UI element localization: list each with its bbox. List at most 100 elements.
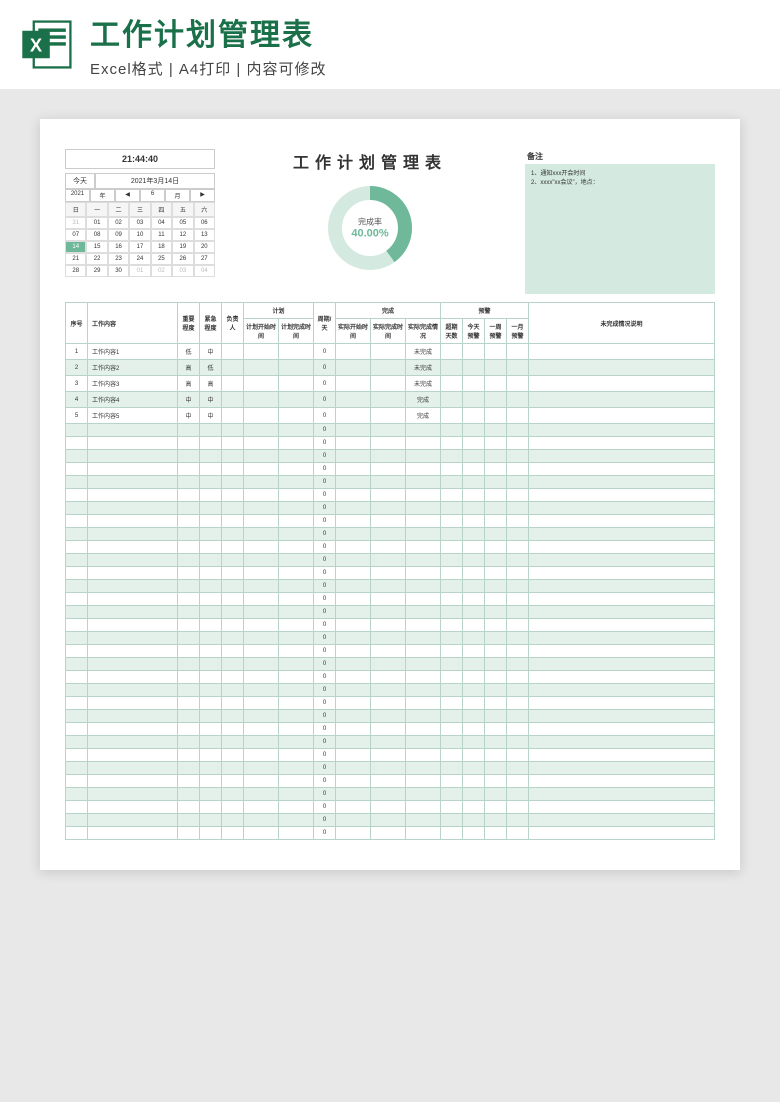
cell[interactable]: 工作内容2 [88,360,178,376]
cell[interactable] [244,476,279,489]
cell[interactable] [66,645,88,658]
cell[interactable] [463,606,485,619]
cell[interactable] [178,593,200,606]
cell[interactable] [279,788,314,801]
cell[interactable] [336,736,371,749]
cell[interactable] [178,515,200,528]
cell[interactable] [441,376,463,392]
cell[interactable] [441,541,463,554]
cell[interactable] [371,801,406,814]
cell[interactable] [485,450,507,463]
cell[interactable] [441,736,463,749]
cell[interactable] [485,541,507,554]
cell[interactable] [371,489,406,502]
cell[interactable] [222,408,244,424]
cell[interactable] [485,710,507,723]
cell[interactable] [66,502,88,515]
cell[interactable] [178,554,200,567]
cell[interactable] [485,775,507,788]
cell[interactable] [406,502,441,515]
cell[interactable] [88,736,178,749]
cell[interactable] [371,528,406,541]
calendar-day[interactable]: 15 [86,241,107,253]
cell[interactable] [485,502,507,515]
table-row[interactable]: 5工作内容5中中0完成 [66,408,715,424]
cell[interactable] [88,463,178,476]
cell[interactable] [66,723,88,736]
cell[interactable] [244,671,279,684]
cell[interactable] [244,762,279,775]
cell[interactable] [178,723,200,736]
cell[interactable] [529,632,715,645]
cell[interactable] [441,554,463,567]
cell[interactable] [485,489,507,502]
cell[interactable] [507,489,529,502]
cell[interactable] [529,619,715,632]
cell[interactable] [244,408,279,424]
cell[interactable] [507,528,529,541]
calendar-day[interactable]: 18 [151,241,172,253]
table-row[interactable]: 0 [66,424,715,437]
cell[interactable] [200,580,222,593]
cell[interactable] [529,645,715,658]
table-row[interactable]: 0 [66,645,715,658]
table-row[interactable]: 0 [66,801,715,814]
table-row[interactable]: 0 [66,632,715,645]
cell[interactable] [244,424,279,437]
cell[interactable] [441,788,463,801]
cell[interactable] [222,788,244,801]
cell[interactable] [463,580,485,593]
cell[interactable] [244,554,279,567]
cell[interactable] [222,775,244,788]
table-row[interactable]: 0 [66,749,715,762]
cell[interactable] [406,736,441,749]
cell[interactable] [507,567,529,580]
cell[interactable] [279,827,314,840]
cell[interactable] [463,567,485,580]
cell[interactable] [336,684,371,697]
cell[interactable] [507,502,529,515]
cell[interactable] [66,827,88,840]
cell[interactable] [406,749,441,762]
cell[interactable]: 未完成 [406,360,441,376]
cell[interactable] [485,632,507,645]
cell[interactable] [529,567,715,580]
cell[interactable] [88,671,178,684]
table-row[interactable]: 0 [66,541,715,554]
cell[interactable] [529,671,715,684]
cell[interactable] [406,645,441,658]
cell[interactable] [336,723,371,736]
cell[interactable] [406,814,441,827]
table-row[interactable]: 0 [66,593,715,606]
cell[interactable] [200,424,222,437]
cell[interactable] [222,827,244,840]
cell[interactable] [485,476,507,489]
cell[interactable] [485,658,507,671]
cell[interactable] [336,528,371,541]
cell[interactable] [244,515,279,528]
cell[interactable] [88,710,178,723]
cell[interactable] [279,463,314,476]
cell[interactable] [200,671,222,684]
cell[interactable] [485,344,507,360]
cell[interactable] [529,392,715,408]
cell[interactable] [406,710,441,723]
cell[interactable] [507,801,529,814]
cell[interactable] [178,697,200,710]
cell[interactable] [279,697,314,710]
cell[interactable] [406,762,441,775]
cell[interactable] [222,515,244,528]
cell[interactable] [463,528,485,541]
cell[interactable] [222,344,244,360]
cell[interactable] [279,632,314,645]
table-row[interactable]: 0 [66,437,715,450]
cell[interactable] [463,463,485,476]
cell[interactable] [529,476,715,489]
cell[interactable] [529,762,715,775]
cell[interactable] [200,827,222,840]
cell[interactable] [371,392,406,408]
cell[interactable] [279,619,314,632]
cell[interactable] [441,593,463,606]
cell[interactable] [406,684,441,697]
cell[interactable] [371,515,406,528]
